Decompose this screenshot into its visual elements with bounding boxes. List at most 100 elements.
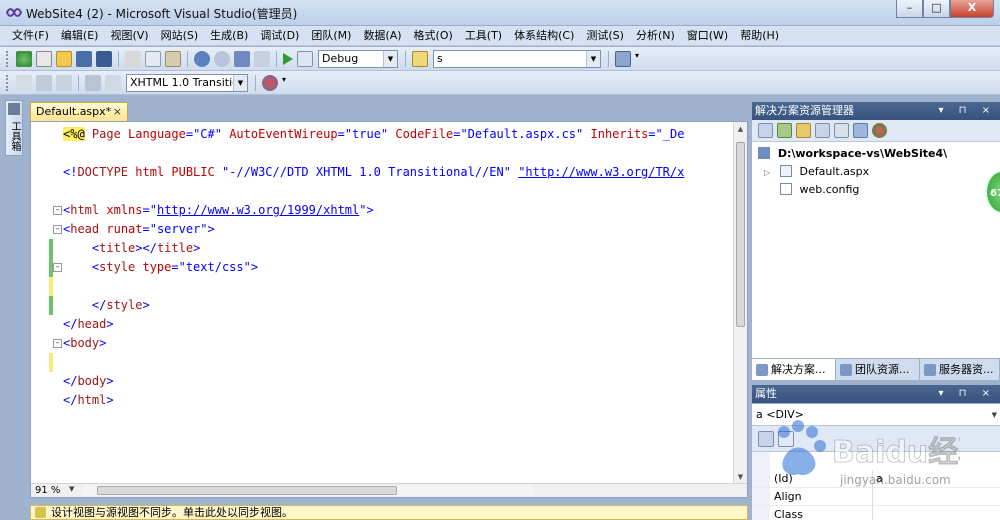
configure-asp-net-icon[interactable] — [872, 123, 887, 138]
chevron-down-icon[interactable]: ▼ — [383, 50, 397, 67]
toolbar-grip[interactable] — [6, 50, 10, 67]
object-selector[interactable]: a <DIV> ▼ — [752, 404, 1000, 426]
format-document-icon[interactable] — [56, 74, 72, 91]
code-line[interactable]: <style type="text/css"> — [63, 258, 258, 277]
tree-item-website-root[interactable]: D:\workspace-vs\WebSite4\ — [758, 146, 947, 162]
solution-configuration-select[interactable]: Debug ▼ — [318, 49, 398, 68]
toolbar-grip[interactable] — [6, 74, 10, 91]
alphabetical-icon[interactable] — [778, 430, 794, 447]
chevron-down-icon[interactable]: ▼ — [586, 50, 600, 67]
menu-website[interactable]: 网站(S) — [155, 27, 205, 45]
chevron-down-icon[interactable]: ▼ — [69, 485, 74, 493]
scroll-up-icon[interactable]: ▲ — [734, 122, 747, 136]
code-line[interactable]: <body> — [63, 334, 106, 353]
menu-help[interactable]: 帮助(H) — [734, 27, 785, 45]
find-in-files-icon[interactable] — [412, 50, 428, 67]
copy-website-icon[interactable] — [853, 123, 868, 138]
save-all-icon[interactable] — [96, 50, 112, 67]
code-line[interactable]: <html xmlns="http://www.w3.org/1999/xhtm… — [63, 201, 374, 220]
code-line[interactable]: <!DOCTYPE html PUBLIC "-//W3C//DTD XHTML… — [63, 163, 684, 182]
navigate-back-icon[interactable] — [234, 50, 250, 67]
tab-server-explorer[interactable]: 服务器资... — [920, 359, 1000, 380]
scroll-thumb[interactable] — [736, 142, 745, 327]
menu-edit[interactable]: 编辑(E) — [55, 27, 105, 45]
paste-icon[interactable] — [165, 50, 181, 67]
property-value[interactable]: a — [876, 470, 883, 488]
menu-window[interactable]: 窗口(W) — [681, 27, 734, 45]
maximize-button[interactable]: □ — [923, 0, 950, 18]
menu-view[interactable]: 视图(V) — [104, 27, 154, 45]
horizontal-scrollbar[interactable] — [83, 485, 533, 496]
minimize-button[interactable]: – — [896, 0, 923, 18]
toolbar-options-icon[interactable]: ▾ — [635, 51, 641, 67]
tab-team-explorer[interactable]: 团队资源... — [836, 359, 920, 380]
solution-explorer-icon[interactable] — [615, 50, 631, 67]
scroll-down-icon[interactable]: ▼ — [734, 470, 747, 484]
find-combo[interactable]: s ▼ — [433, 49, 601, 68]
categorized-icon[interactable] — [758, 430, 774, 447]
view-code-icon[interactable] — [815, 123, 830, 138]
code-line[interactable]: </head> — [63, 315, 114, 334]
navigate-forward-icon[interactable] — [254, 50, 270, 67]
close-button[interactable]: X — [950, 0, 994, 18]
expand-arrow-icon[interactable]: ▷ — [764, 168, 770, 177]
zoom-level[interactable]: 91 % — [35, 484, 60, 497]
close-tab-icon[interactable]: × — [113, 105, 122, 118]
code-line[interactable]: <head runat="server"> — [63, 220, 215, 239]
panel-window-buttons[interactable]: ▾ ⊓ × — [938, 102, 996, 120]
panel-window-buttons[interactable]: ▾ ⊓ × — [938, 385, 996, 403]
tree-item-default-aspx[interactable]: Default.aspx — [780, 164, 869, 180]
check-accessibility-icon[interactable] — [262, 74, 278, 91]
chevron-down-icon[interactable]: ▼ — [233, 74, 247, 91]
copy-icon[interactable] — [145, 50, 161, 67]
cut-icon[interactable] — [125, 50, 141, 67]
view-designer-icon[interactable] — [834, 123, 849, 138]
open-folder-icon[interactable] — [56, 50, 72, 67]
indent-icon[interactable] — [36, 74, 52, 91]
comment-icon[interactable] — [85, 74, 101, 91]
menu-tools[interactable]: 工具(T) — [459, 27, 508, 45]
property-row[interactable]: (Id) a — [752, 470, 1000, 488]
code-line[interactable]: <%@ Page Language="C#" AutoEventWireup="… — [63, 125, 684, 144]
property-row[interactable]: Class — [752, 506, 1000, 520]
collapse-icon[interactable]: - — [53, 339, 62, 348]
menu-data[interactable]: 数据(A) — [357, 27, 407, 45]
code-line[interactable]: </style> — [63, 296, 150, 315]
validation-schema-select[interactable]: XHTML 1.0 Transitic ▼ — [126, 73, 248, 92]
menu-architecture[interactable]: 体系结构(C) — [508, 27, 580, 45]
properties-icon[interactable] — [758, 123, 773, 138]
new-project-icon[interactable] — [16, 50, 32, 67]
vertical-scrollbar[interactable]: ▲ ▼ — [733, 122, 747, 484]
scroll-thumb[interactable] — [97, 486, 397, 495]
code-editor[interactable]: <%@ Page Language="C#" AutoEventWireup="… — [30, 121, 748, 498]
nest-files-icon[interactable] — [796, 123, 811, 138]
menu-file[interactable]: 文件(F) — [6, 27, 55, 45]
toolbar-options-icon[interactable]: ▾ — [282, 75, 288, 91]
menu-test[interactable]: 测试(S) — [580, 27, 630, 45]
redo-icon[interactable] — [214, 50, 230, 67]
uncomment-icon[interactable] — [105, 74, 121, 91]
collapse-icon[interactable]: - — [53, 263, 62, 272]
undo-icon[interactable] — [194, 50, 210, 67]
tree-item-web-config[interactable]: web.config — [780, 182, 859, 198]
chevron-down-icon[interactable]: ▼ — [992, 404, 997, 426]
menu-analyze[interactable]: 分析(N) — [630, 27, 681, 45]
start-debugging-icon[interactable] — [283, 52, 293, 65]
toolbox-tab[interactable]: 工具箱 — [5, 100, 23, 156]
menu-team[interactable]: 团队(M) — [305, 27, 357, 45]
menu-build[interactable]: 生成(B) — [204, 27, 254, 45]
refresh-icon[interactable] — [777, 123, 792, 138]
collapse-icon[interactable]: - — [53, 225, 62, 234]
save-icon[interactable] — [76, 50, 92, 67]
outdent-icon[interactable] — [16, 74, 32, 91]
sync-views-message[interactable]: 设计视图与源视图不同步。单击此处以同步视图。 — [51, 506, 293, 519]
code-line[interactable]: </html> — [63, 391, 114, 410]
code-line[interactable]: </body> — [63, 372, 114, 391]
sync-views-bar[interactable]: 设计视图与源视图不同步。单击此处以同步视图。 — [30, 505, 748, 520]
property-row[interactable]: Align — [752, 488, 1000, 506]
menu-debug[interactable]: 调试(D) — [254, 27, 305, 45]
tab-default-aspx[interactable]: Default.aspx* × — [30, 102, 128, 121]
add-item-icon[interactable] — [36, 50, 52, 67]
tab-solution-explorer[interactable]: 解决方案... — [752, 359, 836, 380]
attach-process-icon[interactable] — [297, 50, 313, 67]
